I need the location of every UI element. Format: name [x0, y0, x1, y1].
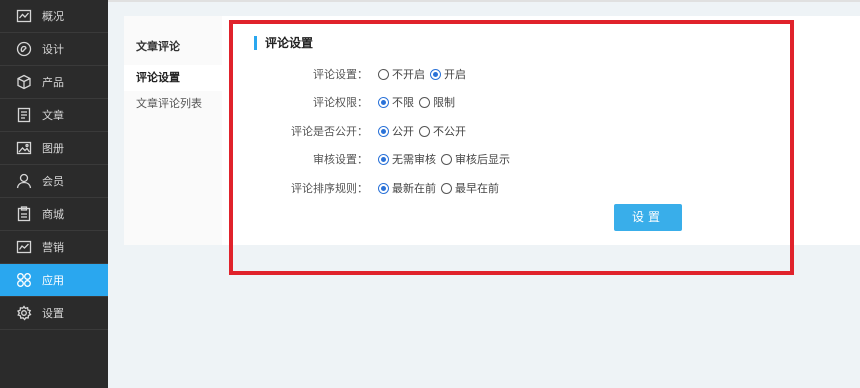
radio-button[interactable]: [378, 68, 389, 80]
save-settings-button[interactable]: 设置: [614, 204, 682, 231]
form-row-comment-public: 评论是否公开： 公开 不公开: [234, 122, 471, 140]
apps-grid-icon: [16, 272, 32, 288]
subnav-item-comment-list[interactable]: 文章评论列表: [124, 91, 222, 117]
image-icon: [16, 140, 32, 156]
field-label: 评论是否公开：: [291, 125, 368, 138]
radio-option-public[interactable]: 公开: [378, 123, 414, 139]
radio-button[interactable]: [430, 68, 441, 80]
radio-button[interactable]: [419, 96, 430, 108]
chart-line-icon: [16, 8, 32, 24]
document-icon: [16, 107, 32, 123]
sidebar-item-label: 图册: [42, 142, 64, 155]
sidebar-item-settings[interactable]: 设置: [0, 297, 108, 330]
sidebar-item-label: 文章: [42, 109, 64, 122]
sidebar-item-members[interactable]: 会员: [0, 165, 108, 198]
field-label: 评论权限：: [313, 96, 368, 109]
sidebar-item-label: 会员: [42, 175, 64, 188]
sidebar-item-label: 设置: [42, 307, 64, 320]
settings-panel: 文章评论 评论设置 文章评论列表 评论设置 评论设置： 不开启 开启 评论权限：…: [124, 16, 860, 245]
radio-button[interactable]: [378, 125, 389, 137]
sub-navigation: 文章评论 评论设置 文章评论列表: [124, 16, 222, 245]
option-label: 开启: [444, 68, 466, 81]
radio-option-unlimited[interactable]: 不限: [378, 94, 414, 110]
option-label: 审核后显示: [455, 153, 510, 166]
user-icon: [16, 173, 32, 189]
page-title: 评论设置: [254, 36, 313, 50]
sidebar-item-mall[interactable]: 商城: [0, 198, 108, 231]
sidebar-item-design[interactable]: 设计: [0, 33, 108, 66]
option-label: 限制: [433, 96, 455, 109]
sidebar-item-products[interactable]: 产品: [0, 66, 108, 99]
sidebar-item-label: 商城: [42, 208, 64, 221]
option-label: 最早在前: [455, 182, 499, 195]
top-divider: [108, 0, 860, 2]
palette-icon: [16, 41, 32, 57]
option-label: 无需审核: [392, 153, 436, 166]
trend-icon: [16, 239, 32, 255]
option-label: 不开启: [392, 68, 425, 81]
option-label: 公开: [392, 125, 414, 138]
radio-option-disable-comments[interactable]: 不开启: [378, 66, 425, 82]
form-row-sort-rule: 评论排序规则： 最新在前 最早在前: [234, 179, 504, 197]
radio-option-no-review[interactable]: 无需审核: [378, 151, 436, 167]
sidebar-item-marketing[interactable]: 营销: [0, 231, 108, 264]
subnav-item-comment-settings[interactable]: 评论设置: [124, 65, 222, 91]
sidebar-item-apps[interactable]: 应用: [0, 264, 108, 297]
radio-option-newest-first[interactable]: 最新在前: [378, 180, 436, 196]
main-area: 文章评论 评论设置 文章评论列表 评论设置 评论设置： 不开启 开启 评论权限：…: [108, 0, 860, 388]
form-row-review-setting: 审核设置： 无需审核 审核后显示: [234, 150, 515, 168]
sidebar-item-gallery[interactable]: 图册: [0, 132, 108, 165]
radio-option-enable-comments[interactable]: 开启: [430, 66, 466, 82]
form-row-comment-enable: 评论设置： 不开启 开启: [234, 65, 471, 83]
field-label: 评论设置：: [313, 68, 368, 81]
radio-button[interactable]: [378, 153, 389, 165]
sidebar-item-label: 产品: [42, 76, 64, 89]
box-icon: [16, 74, 32, 90]
sidebar-item-label: 设计: [42, 43, 64, 56]
option-label: 不公开: [433, 125, 466, 138]
radio-button[interactable]: [441, 153, 452, 165]
form-row-comment-permission: 评论权限： 不限 限制: [234, 93, 460, 111]
gear-icon: [16, 305, 32, 321]
radio-button[interactable]: [378, 182, 389, 194]
radio-button[interactable]: [378, 96, 389, 108]
sidebar: 概况 设计 产品 文章 图册 会员 商城 营销 应用 设置: [0, 0, 108, 388]
radio-option-private[interactable]: 不公开: [419, 123, 466, 139]
sidebar-item-label: 应用: [42, 274, 64, 287]
field-label: 评论排序规则：: [291, 182, 368, 195]
option-label: 最新在前: [392, 182, 436, 195]
subnav-title: 文章评论: [136, 40, 180, 53]
sidebar-item-articles[interactable]: 文章: [0, 99, 108, 132]
radio-button[interactable]: [441, 182, 452, 194]
sidebar-item-overview[interactable]: 概况: [0, 0, 108, 33]
radio-option-restricted[interactable]: 限制: [419, 94, 455, 110]
clipboard-icon: [16, 206, 32, 222]
sidebar-item-label: 概况: [42, 10, 64, 23]
sidebar-item-label: 营销: [42, 241, 64, 254]
option-label: 不限: [392, 96, 414, 109]
radio-option-show-after-review[interactable]: 审核后显示: [441, 151, 510, 167]
field-label: 审核设置：: [313, 153, 368, 166]
radio-button[interactable]: [419, 125, 430, 137]
radio-option-oldest-first[interactable]: 最早在前: [441, 180, 499, 196]
